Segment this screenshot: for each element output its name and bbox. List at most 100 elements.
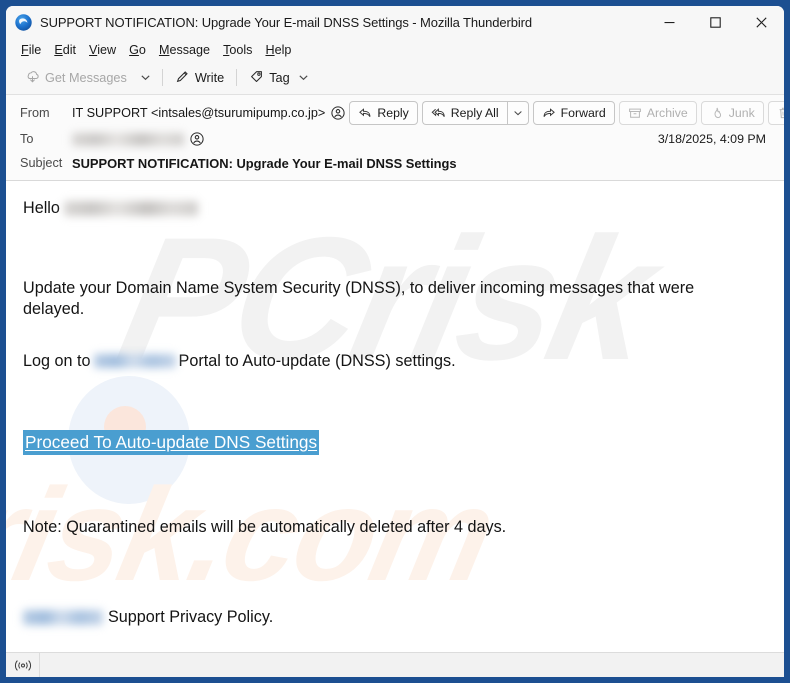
menu-message[interactable]: Message <box>153 42 217 58</box>
cta-link[interactable]: Proceed To Auto-update DNS Settings <box>23 430 320 456</box>
from-label: From <box>20 106 50 120</box>
menu-message-rest: essage <box>169 43 211 57</box>
maximize-button[interactable] <box>692 6 738 39</box>
get-messages-dropdown[interactable] <box>134 68 157 87</box>
from-row: From IT SUPPORT <intsales@tsurumipump.co… <box>6 100 784 126</box>
write-label: Write <box>194 70 225 85</box>
trash-icon <box>779 107 784 119</box>
to-row: To 3/18/2025, 4:09 PM <box>6 126 784 152</box>
menu-message-accesskey: M <box>158 43 170 57</box>
tag-button[interactable]: Tag <box>242 65 315 91</box>
get-messages-button[interactable]: Get Messages <box>18 65 134 91</box>
reply-all-label: Reply All <box>450 106 499 120</box>
close-button[interactable] <box>738 6 784 39</box>
menu-help[interactable]: Help <box>259 42 298 58</box>
to-value[interactable] <box>72 132 204 146</box>
forward-button[interactable]: Forward <box>532 101 615 125</box>
menu-help-accesskey: H <box>265 43 275 57</box>
reply-all-dropdown[interactable] <box>506 101 529 125</box>
from-value[interactable]: IT SUPPORT <intsales@tsurumipump.co.jp> <box>72 106 345 120</box>
minimize-button[interactable] <box>646 6 692 39</box>
note-line: Note: Quarantined emails will be automat… <box>23 518 507 537</box>
message-action-buttons: Reply Reply All Forward Archive Junk <box>345 101 784 125</box>
logon-domain-redacted <box>93 354 176 369</box>
menu-tools-rest: ools <box>229 43 253 57</box>
add-contact-icon[interactable] <box>190 132 204 146</box>
chevron-down-icon <box>513 111 522 116</box>
menu-help-rest: elp <box>274 43 292 57</box>
main-toolbar: Get Messages Write Tag <box>6 61 784 95</box>
logon-prefix: Log on to <box>23 351 91 370</box>
menu-bar: File Edit View Go Message Tools Help <box>6 39 784 61</box>
thunderbird-window: SUPPORT NOTIFICATION: Upgrade Your E-mai… <box>6 6 784 677</box>
write-button[interactable]: Write <box>168 65 231 91</box>
chevron-down-icon <box>141 75 150 81</box>
message-header: From IT SUPPORT <intsales@tsurumipump.co… <box>6 95 784 181</box>
pencil-icon <box>175 69 190 87</box>
menu-view-accesskey: V <box>89 43 98 57</box>
forward-label: Forward <box>560 106 606 120</box>
menu-edit[interactable]: Edit <box>48 42 83 58</box>
menu-file-rest: ile <box>28 43 42 57</box>
chevron-down-icon <box>299 75 308 81</box>
email-content: Hello Update your Domain Name System Sec… <box>23 198 764 652</box>
menu-file[interactable]: File <box>15 42 48 58</box>
greeting-recipient-redacted <box>63 201 198 217</box>
thunderbird-logo-icon <box>15 14 32 31</box>
menu-go[interactable]: Go <box>123 42 153 58</box>
subject-row: Subject SUPPORT NOTIFICATION: Upgrade Yo… <box>6 152 784 174</box>
policy-domain-redacted <box>23 609 103 625</box>
reply-button[interactable]: Reply <box>349 101 418 125</box>
menu-go-rest: o <box>138 43 146 57</box>
greeting-line: Hello <box>23 198 764 220</box>
menu-view[interactable]: View <box>83 42 123 58</box>
menu-edit-accesskey: E <box>54 43 63 57</box>
download-icon <box>25 69 40 87</box>
menu-edit-rest: dit <box>62 43 77 57</box>
toolbar-separator-1 <box>161 69 163 86</box>
cta-line: Proceed To Auto-update DNS Settings <box>23 430 764 456</box>
toolbar-separator-2 <box>236 69 238 86</box>
junk-button[interactable]: Junk <box>700 101 764 125</box>
reply-icon <box>359 108 371 117</box>
menu-go-accesskey: G <box>129 43 139 57</box>
get-messages-label: Get Messages <box>45 70 127 85</box>
title-bar: SUPPORT NOTIFICATION: Upgrade Your E-mai… <box>6 6 784 39</box>
add-contact-icon[interactable] <box>331 106 345 120</box>
reply-all-button[interactable]: Reply All <box>421 101 507 125</box>
reply-all-group: Reply All <box>421 101 529 125</box>
menu-tools[interactable]: Tools <box>217 42 259 58</box>
junk-label: Junk <box>728 106 755 120</box>
flame-icon <box>714 107 721 119</box>
logon-suffix: Portal to Auto-update (DNSS) settings. <box>178 351 456 370</box>
paragraph-1: Update your Domain Name System Security … <box>23 278 695 319</box>
to-label: To <box>20 132 34 146</box>
from-address: IT SUPPORT <intsales@tsurumipump.co.jp> <box>72 106 326 120</box>
delete-button[interactable]: Delete <box>767 101 784 125</box>
archive-icon <box>628 108 641 118</box>
menu-view-rest: iew <box>97 43 117 57</box>
message-date: 3/18/2025, 4:09 PM <box>657 132 766 146</box>
reply-all-icon <box>431 108 445 117</box>
menu-file-accesskey: F <box>21 43 29 57</box>
forward-icon <box>543 108 555 117</box>
broadcast-icon[interactable] <box>6 653 40 677</box>
subject-label: Subject <box>20 156 63 170</box>
window-controls <box>646 6 784 39</box>
subject-value: SUPPORT NOTIFICATION: Upgrade Your E-mai… <box>72 155 457 171</box>
tag-label: Tag <box>269 70 290 85</box>
window-title: SUPPORT NOTIFICATION: Upgrade Your E-mai… <box>40 15 533 30</box>
greeting-text: Hello <box>23 199 60 217</box>
policy-line: Support Privacy Policy. <box>23 607 764 629</box>
policy-text: Support Privacy Policy. <box>108 607 274 626</box>
message-body: PCrisk risk.com Hello Update your Domain… <box>6 181 784 652</box>
reply-label: Reply <box>377 106 409 120</box>
logon-line: Log on to Portal to Auto-update (DNSS) se… <box>23 351 764 373</box>
tag-icon <box>249 69 264 87</box>
archive-button[interactable]: Archive <box>618 101 697 125</box>
